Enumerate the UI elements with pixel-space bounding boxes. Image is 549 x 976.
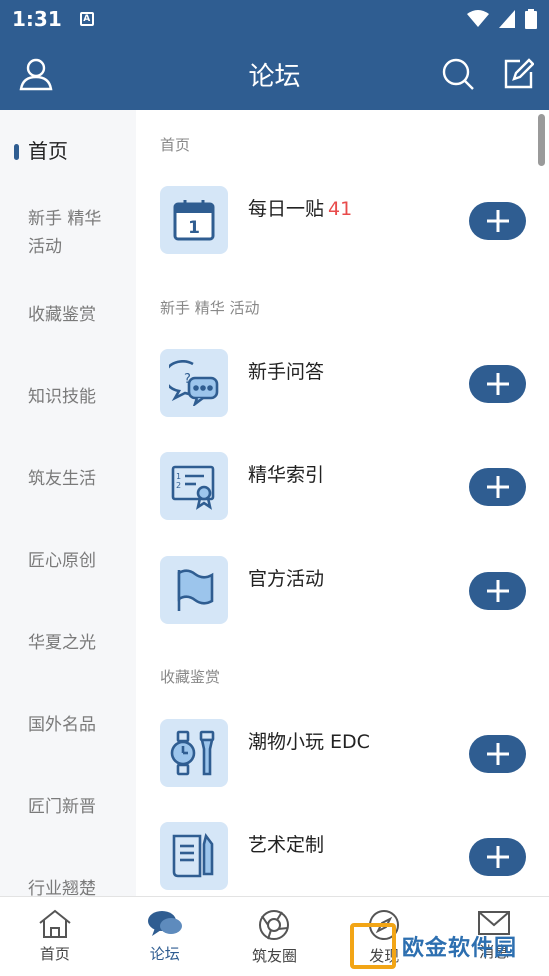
- chat-icon: [147, 911, 182, 936]
- sidebar-item-label: 华夏之光: [28, 633, 96, 653]
- forum-item-edc[interactable]: 潮物小玩 EDC: [160, 719, 540, 789]
- wifi-icon: [467, 10, 489, 27]
- watermark: 欧金软件园: [350, 920, 549, 972]
- sidebar-item-label: 筑友生活: [28, 469, 96, 489]
- chat-bubbles-icon: ?: [160, 349, 228, 417]
- scrollbar[interactable]: [538, 114, 545, 166]
- certificate-icon: 1 2: [160, 452, 228, 520]
- forum-list: 首页 1 每日一贴 41 新手 精华 活动 ? 新手问答 1 2 精华索引 官方…: [136, 110, 549, 896]
- sidebar-item-foreign[interactable]: 国外名品: [0, 684, 136, 766]
- status-bar: 1:31 A: [0, 0, 549, 38]
- add-button[interactable]: [469, 202, 526, 240]
- tab-label: 首页: [39, 945, 70, 963]
- signal-icon: [499, 10, 515, 28]
- tab-label: 论坛: [149, 945, 180, 963]
- sidebar-item-skills[interactable]: 知识技能: [0, 356, 136, 438]
- add-button[interactable]: [469, 838, 526, 876]
- forum-item-daily-post[interactable]: 1 每日一贴 41: [160, 186, 540, 256]
- forum-item-highlights[interactable]: 1 2 精华索引: [160, 452, 540, 522]
- tab-home[interactable]: 首页: [0, 897, 110, 976]
- status-time: 1:31: [12, 7, 62, 31]
- home-icon: [39, 909, 71, 938]
- plus-icon: [486, 476, 509, 498]
- forum-name: 精华索引: [248, 464, 325, 486]
- forum-name: 官方活动: [248, 568, 325, 590]
- calendar-icon: 1: [160, 186, 228, 254]
- sidebar-item-life[interactable]: 筑友生活: [0, 438, 136, 520]
- sidebar-item-china[interactable]: 华夏之光: [0, 602, 136, 684]
- sidebar-item-label: 行业翘楚: [28, 879, 96, 896]
- forum-item-newbie-qa[interactable]: ? 新手问答: [160, 349, 540, 419]
- add-button[interactable]: [469, 572, 526, 610]
- sidebar-item-label: 匠心原创: [28, 551, 96, 571]
- edit-icon: [504, 58, 534, 89]
- forum-name: 每日一贴: [248, 198, 325, 220]
- forum-name: 新手问答: [248, 361, 325, 383]
- forum-name: 艺术定制: [248, 834, 325, 856]
- document-pen-icon: [160, 822, 228, 890]
- section-title: 首页: [160, 136, 191, 154]
- tab-forum[interactable]: 论坛: [110, 897, 220, 976]
- forum-name: 潮物小玩 EDC: [248, 731, 370, 753]
- sidebar-item-original[interactable]: 匠心原创: [0, 520, 136, 602]
- sidebar-item-home[interactable]: 首页: [0, 110, 136, 192]
- svg-text:1: 1: [176, 472, 181, 481]
- app-header: 论坛: [0, 38, 549, 110]
- tab-label: 筑友圈: [251, 947, 297, 965]
- sidebar-item-label: 知识技能: [28, 387, 96, 407]
- search-button[interactable]: [438, 54, 478, 94]
- sidebar-item-collection[interactable]: 收藏鉴赏: [0, 274, 136, 356]
- section-title: 新手 精华 活动: [160, 299, 260, 317]
- plus-icon: [486, 743, 509, 765]
- sidebar-item-label: 国外名品: [28, 715, 96, 735]
- flag-icon: [160, 556, 228, 624]
- watermark-logo-icon: [350, 923, 396, 969]
- add-button[interactable]: [469, 735, 526, 773]
- category-sidebar: 首页 新手 精华 活动 收藏鉴赏 知识技能 筑友生活 匠心原创 华夏之光 国外名…: [0, 110, 136, 896]
- add-button[interactable]: [469, 365, 526, 403]
- battery-icon: [525, 9, 537, 29]
- watch-flashlight-icon: [160, 719, 228, 787]
- search-icon: [442, 58, 474, 90]
- plus-icon: [486, 210, 509, 232]
- sidebar-item-label: 新手 精华 活动: [28, 209, 102, 257]
- sidebar-item-leaders[interactable]: 行业翘楚: [0, 848, 136, 896]
- forum-item-official-events[interactable]: 官方活动: [160, 556, 540, 626]
- section-title: 收藏鉴赏: [160, 668, 221, 686]
- app-root: 1:31 A 论坛 首页 新手 精华 活动 收藏鉴赏 知识技能 筑友生活 匠心原…: [0, 0, 549, 976]
- tab-circle[interactable]: 筑友圈: [220, 897, 330, 976]
- sim-indicator-icon: A: [79, 12, 94, 26]
- sidebar-item-newcomers[interactable]: 匠门新晋: [0, 766, 136, 848]
- forum-item-art-custom[interactable]: 艺术定制: [160, 822, 540, 892]
- svg-text:?: ?: [184, 372, 191, 387]
- aperture-icon: [259, 910, 290, 940]
- status-icons: [467, 9, 537, 29]
- forum-post-count: 41: [328, 198, 353, 220]
- sidebar-item-label: 收藏鉴赏: [28, 305, 96, 325]
- sidebar-item-newbie[interactable]: 新手 精华 活动: [0, 192, 136, 274]
- svg-text:1: 1: [188, 218, 200, 238]
- compose-button[interactable]: [498, 54, 538, 94]
- sidebar-item-label: 匠门新晋: [28, 797, 96, 817]
- sidebar-item-label: 首页: [28, 139, 68, 163]
- plus-icon: [486, 846, 509, 868]
- plus-icon: [486, 373, 509, 395]
- add-button[interactable]: [469, 468, 526, 506]
- watermark-text: 欧金软件园: [402, 936, 518, 961]
- svg-text:2: 2: [176, 481, 181, 490]
- plus-icon: [486, 580, 509, 602]
